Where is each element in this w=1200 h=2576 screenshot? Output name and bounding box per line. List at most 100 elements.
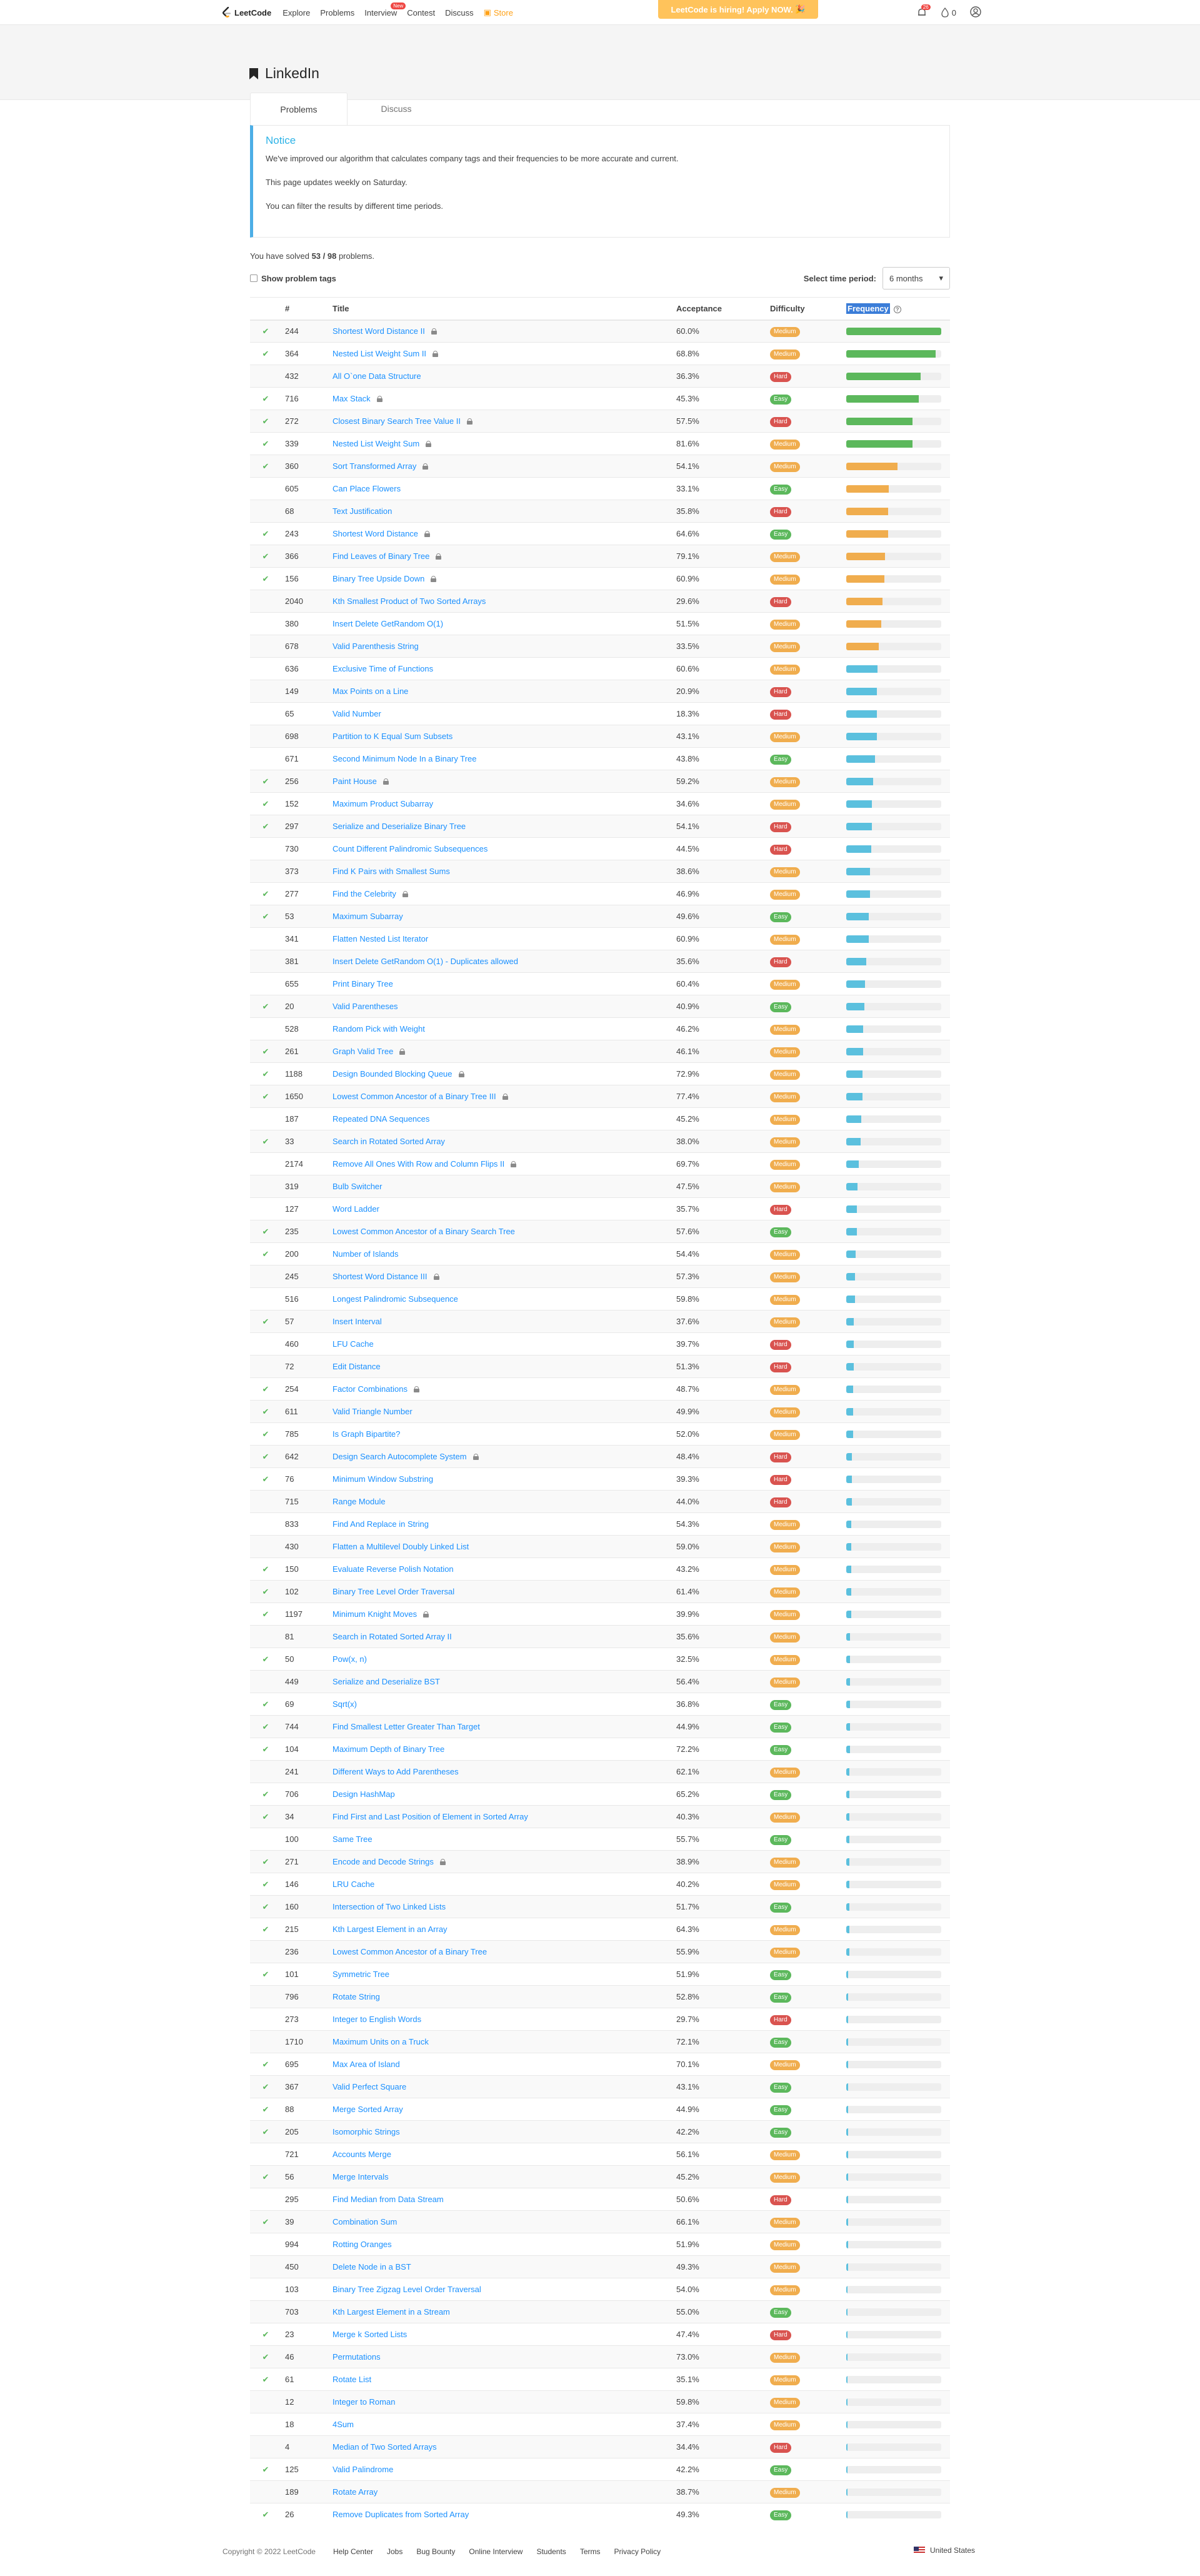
problem-title-link[interactable]: Binary Tree Zigzag Level Order Traversal xyxy=(332,2285,481,2294)
table-row[interactable]: ✔ 642 Design Search Autocomplete System 48.… xyxy=(250,1445,950,1468)
problem-title-link[interactable]: Integer to English Words xyxy=(332,2015,421,2024)
problem-title-link[interactable]: Max Points on a Line xyxy=(332,687,408,696)
table-row[interactable]: 12 Integer to Roman 59.8% Medium xyxy=(250,2390,950,2413)
table-row[interactable]: ✔ 297 Serialize and Deserialize Binary Tre… xyxy=(250,815,950,838)
problem-title-link[interactable]: Design Search Autocomplete System xyxy=(332,1452,467,1461)
problem-title-link[interactable]: Valid Number xyxy=(332,709,381,718)
problem-title-link[interactable]: Maximum Depth of Binary Tree xyxy=(332,1744,444,1754)
problem-title-link[interactable]: Edit Distance xyxy=(332,1362,381,1371)
table-row[interactable]: ✔ 88 Merge Sorted Array 44.9% Easy xyxy=(250,2098,950,2121)
table-row[interactable]: 319 Bulb Switcher 47.5% Medium xyxy=(250,1175,950,1198)
problem-title-link[interactable]: Random Pick with Weight xyxy=(332,1024,425,1034)
problem-title-link[interactable]: Find Leaves of Binary Tree xyxy=(332,551,429,561)
table-row[interactable]: 381 Insert Delete GetRandom O(1) - Duplic… xyxy=(250,950,950,973)
problem-title-link[interactable]: Kth Largest Element in an Array xyxy=(332,1924,448,1934)
table-row[interactable]: 149 Max Points on a Line 20.9% Hard xyxy=(250,680,950,703)
table-row[interactable]: 655 Print Binary Tree 60.4% Medium xyxy=(250,972,950,995)
table-row[interactable]: 273 Integer to English Words 29.7% Hard xyxy=(250,2008,950,2031)
table-row[interactable]: 430 Flatten a Multilevel Doubly Linked Li… xyxy=(250,1535,950,1558)
table-row[interactable]: 72 Edit Distance 51.3% Hard xyxy=(250,1355,950,1378)
problem-title-link[interactable]: Maximum Units on a Truck xyxy=(332,2037,429,2046)
table-row[interactable]: 449 Serialize and Deserialize BST 56.4% Med… xyxy=(250,1670,950,1693)
problem-title-link[interactable]: Merge Intervals xyxy=(332,2172,389,2181)
problem-title-link[interactable]: Exclusive Time of Functions xyxy=(332,664,433,673)
problem-title-link[interactable]: Number of Islands xyxy=(332,1249,399,1259)
table-row[interactable]: ✔ 256 Paint House 59.2% Medium xyxy=(250,770,950,793)
table-row[interactable]: ✔ 76 Minimum Window Substring 39.3% Hard xyxy=(250,1467,950,1491)
table-row[interactable]: ✔ 1197 Minimum Knight Moves 39.9% Medium xyxy=(250,1602,950,1626)
problem-title-link[interactable]: Isomorphic Strings xyxy=(332,2127,400,2136)
header-frequency[interactable]: Frequency? xyxy=(842,297,950,321)
coins[interactable]: 0 xyxy=(941,8,956,18)
table-row[interactable]: 2040 Kth Smallest Product of Two Sorted A… xyxy=(250,590,950,613)
table-row[interactable]: ✔ 339 Nested List Weight Sum 81.6% Medium xyxy=(250,432,950,455)
time-period-select[interactable]: 6 months ▾ xyxy=(882,267,950,289)
table-row[interactable]: ✔ 254 Factor Combinations 48.7% Medium xyxy=(250,1377,950,1401)
problem-title-link[interactable]: Closest Binary Search Tree Value II xyxy=(332,416,461,426)
table-row[interactable]: 678 Valid Parenthesis String 33.5% Medium xyxy=(250,635,950,658)
problem-title-link[interactable]: Delete Node in a BST xyxy=(332,2262,411,2272)
table-row[interactable]: 380 Insert Delete GetRandom O(1) 51.5% Medi… xyxy=(250,612,950,635)
nav-discuss[interactable]: Discuss xyxy=(445,8,474,18)
table-row[interactable]: 698 Partition to K Equal Sum Subsets 43.1%… xyxy=(250,725,950,748)
problem-title-link[interactable]: Different Ways to Add Parentheses xyxy=(332,1767,459,1776)
table-row[interactable]: ✔ 244 Shortest Word Distance II 60.0% Medium xyxy=(250,319,950,343)
problem-title-link[interactable]: Merge Sorted Array xyxy=(332,2105,403,2114)
problem-title-link[interactable]: Nested List Weight Sum II xyxy=(332,349,426,358)
table-row[interactable]: ✔ 1188 Design Bounded Blocking Queue 72.9% M… xyxy=(250,1062,950,1085)
table-row[interactable]: 994 Rotting Oranges 51.9% Medium xyxy=(250,2233,950,2256)
problem-title-link[interactable]: Find the Celebrity xyxy=(332,889,396,898)
table-row[interactable]: ✔ 277 Find the Celebrity 46.9% Medium xyxy=(250,882,950,905)
table-row[interactable]: 1710 Maximum Units on a Truck 72.1% Easy xyxy=(250,2030,950,2053)
hiring-banner[interactable]: LeetCode is hiring! Apply NOW. 🎉 xyxy=(658,0,818,19)
problem-title-link[interactable]: Find And Replace in String xyxy=(332,1519,429,1529)
table-row[interactable]: 450 Delete Node in a BST 49.3% Medium xyxy=(250,2255,950,2278)
table-row[interactable]: 2174 Remove All Ones With Row and Column … xyxy=(250,1152,950,1175)
nav-interview[interactable]: Interview New xyxy=(364,2,406,18)
table-row[interactable]: 236 Lowest Common Ancestor of a Binary Tr… xyxy=(250,1940,950,1963)
table-row[interactable]: 730 Count Different Palindromic Subsequen… xyxy=(250,837,950,860)
problem-title-link[interactable]: Can Place Flowers xyxy=(332,484,401,493)
footer-link[interactable]: Bug Bounty xyxy=(416,2547,455,2556)
table-row[interactable]: 68 Text Justification 35.8% Hard xyxy=(250,500,950,523)
table-row[interactable]: ✔ 34 Find First and Last Position of Eleme… xyxy=(250,1805,950,1828)
problem-title-link[interactable]: Shortest Word Distance xyxy=(332,529,418,538)
problem-title-link[interactable]: Lowest Common Ancestor of a Binary Searc… xyxy=(332,1227,515,1236)
problem-title-link[interactable]: Find First and Last Position of Element … xyxy=(332,1812,528,1821)
problem-title-link[interactable]: Sort Transformed Array xyxy=(332,461,416,471)
nav-problems[interactable]: Problems xyxy=(320,8,354,18)
table-row[interactable]: ✔ 50 Pow(x, n) 32.5% Medium xyxy=(250,1648,950,1671)
table-row[interactable]: 703 Kth Largest Element in a Stream 55.0% E… xyxy=(250,2300,950,2323)
table-row[interactable]: ✔ 261 Graph Valid Tree 46.1% Medium xyxy=(250,1040,950,1063)
problem-title-link[interactable]: Word Ladder xyxy=(332,1204,379,1214)
table-row[interactable]: 460 LFU Cache 39.7% Hard xyxy=(250,1332,950,1356)
problem-title-link[interactable]: Search in Rotated Sorted Array II xyxy=(332,1632,452,1641)
nav-contest[interactable]: Contest xyxy=(407,8,435,18)
problem-title-link[interactable]: Evaluate Reverse Polish Notation xyxy=(332,1564,454,1574)
table-row[interactable]: ✔ 160 Intersection of Two Linked Lists 51.7… xyxy=(250,1895,950,1918)
tab-discuss[interactable]: Discuss xyxy=(348,93,445,125)
table-row[interactable]: ✔ 46 Permutations 73.0% Medium xyxy=(250,2345,950,2368)
problem-title-link[interactable]: Second Minimum Node In a Binary Tree xyxy=(332,754,477,763)
problem-title-link[interactable]: Valid Perfect Square xyxy=(332,2082,406,2091)
problem-title-link[interactable]: Print Binary Tree xyxy=(332,979,393,989)
problem-title-link[interactable]: Design Bounded Blocking Queue xyxy=(332,1069,452,1079)
problem-title-link[interactable]: 4Sum xyxy=(332,2420,354,2429)
table-row[interactable]: 103 Binary Tree Zigzag Level Order Traver… xyxy=(250,2278,950,2301)
problem-title-link[interactable]: Flatten a Multilevel Doubly Linked List xyxy=(332,1542,469,1551)
footer-link[interactable]: Online Interview xyxy=(469,2547,522,2556)
table-row[interactable]: 605 Can Place Flowers 33.1% Easy xyxy=(250,477,950,500)
table-row[interactable]: 187 Repeated DNA Sequences 45.2% Medium xyxy=(250,1107,950,1130)
problem-title-link[interactable]: Rotate List xyxy=(332,2375,371,2384)
problem-title-link[interactable]: Lowest Common Ancestor of a Binary Tree xyxy=(332,1947,487,1956)
problem-title-link[interactable]: Rotate String xyxy=(332,1992,380,2001)
table-row[interactable]: 189 Rotate Array 38.7% Medium xyxy=(250,2480,950,2503)
table-row[interactable]: ✔ 271 Encode and Decode Strings 38.9% Medium xyxy=(250,1850,950,1873)
problem-title-link[interactable]: Lowest Common Ancestor of a Binary Tree … xyxy=(332,1092,496,1101)
table-row[interactable]: ✔ 61 Rotate List 35.1% Medium xyxy=(250,2368,950,2391)
table-row[interactable]: ✔ 57 Insert Interval 37.6% Medium xyxy=(250,1310,950,1333)
notification-bell[interactable]: 26 xyxy=(916,4,931,18)
problem-title-link[interactable]: Text Justification xyxy=(332,506,392,516)
header-number[interactable]: # xyxy=(281,297,329,321)
table-row[interactable]: 241 Different Ways to Add Parentheses 62.1… xyxy=(250,1760,950,1783)
